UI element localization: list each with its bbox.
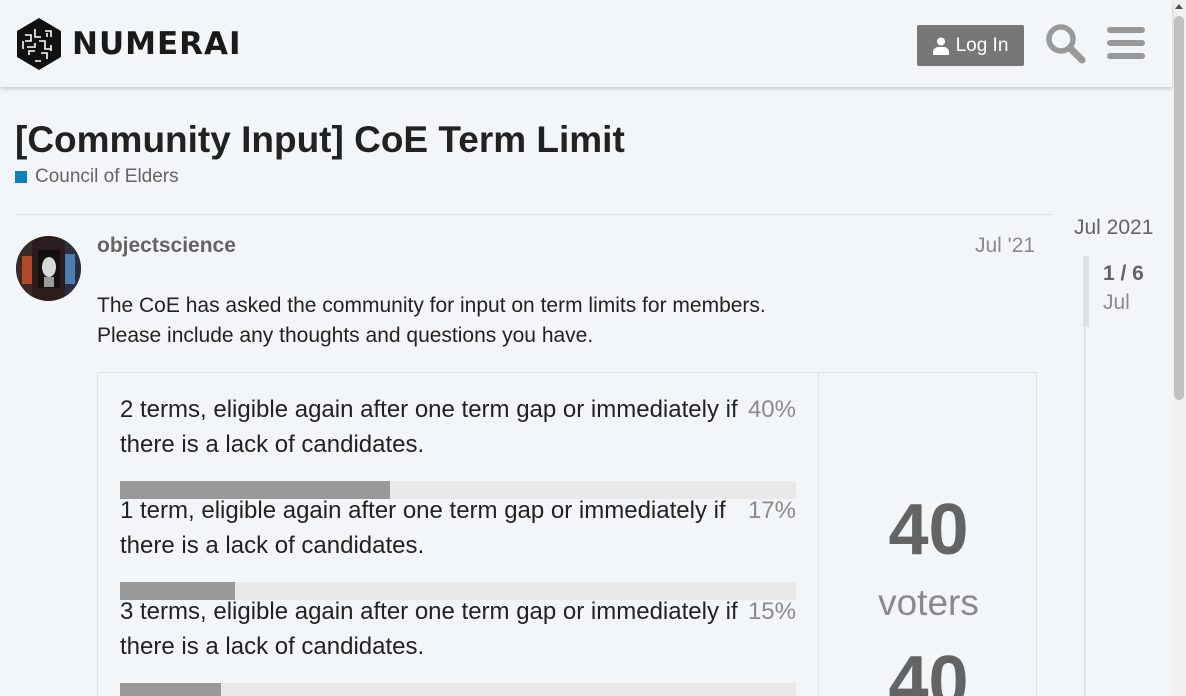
timeline-handle[interactable] bbox=[1083, 256, 1089, 327]
scroll-thumb[interactable] bbox=[1174, 16, 1184, 400]
timeline-current-date: Jul bbox=[1103, 291, 1130, 314]
voters-label: voters bbox=[878, 582, 979, 623]
poll-option-text: 3 terms, eligible again after one term g… bbox=[120, 598, 738, 660]
poll-option-percent: 17% bbox=[747, 497, 796, 524]
poll-option-text: 1 term, eligible again after one term ga… bbox=[120, 497, 726, 559]
post-username[interactable]: objectscience bbox=[97, 234, 236, 258]
poll-option-percent: 40% bbox=[747, 396, 796, 423]
poll-option-text: 2 terms, eligible again after one term g… bbox=[120, 396, 738, 458]
user-avatar[interactable] bbox=[16, 236, 81, 301]
logo-text: NUMERAI bbox=[72, 26, 242, 62]
timeline-start-date[interactable]: Jul 2021 bbox=[1074, 216, 1153, 240]
login-button[interactable]: Log In bbox=[917, 25, 1024, 66]
post-body-line: Please include any thoughts and question… bbox=[97, 324, 594, 347]
scroll-up-arrow-icon[interactable] bbox=[1175, 4, 1183, 9]
poll-container: 2 terms, eligible again after one term g… bbox=[97, 372, 1037, 696]
timeline-position: 1 / 6 bbox=[1103, 262, 1144, 285]
post-date[interactable]: Jul '21 bbox=[975, 234, 1035, 258]
site-header: NUMERAI Log In bbox=[0, 0, 1172, 87]
numerai-logo-icon bbox=[17, 18, 61, 70]
avatar-image bbox=[16, 236, 81, 301]
poll-option-bar-fill bbox=[120, 683, 222, 696]
page-scrollbar[interactable] bbox=[1172, 0, 1186, 696]
numerai-logo[interactable]: NUMERAI bbox=[15, 17, 242, 71]
category-badge[interactable]: Council of Elders bbox=[15, 166, 179, 188]
hamburger-menu-icon[interactable] bbox=[1107, 25, 1145, 61]
category-label: Council of Elders bbox=[35, 166, 179, 187]
category-color-square bbox=[15, 171, 27, 183]
poll-option-bar bbox=[120, 683, 796, 696]
topic-divider bbox=[15, 214, 1053, 215]
voters-count: 40 bbox=[888, 490, 969, 570]
poll-option-percent: 15% bbox=[747, 598, 796, 625]
user-icon bbox=[932, 37, 949, 55]
login-label: Log In bbox=[955, 34, 1009, 56]
voters-count-secondary: 40 bbox=[888, 642, 969, 696]
search-icon[interactable] bbox=[1044, 22, 1086, 64]
topic-title[interactable]: [Community Input] CoE Term Limit bbox=[15, 119, 625, 161]
post-body: The CoE has asked the community for inpu… bbox=[97, 291, 817, 351]
post-body-line: The CoE has asked the community for inpu… bbox=[97, 294, 766, 317]
